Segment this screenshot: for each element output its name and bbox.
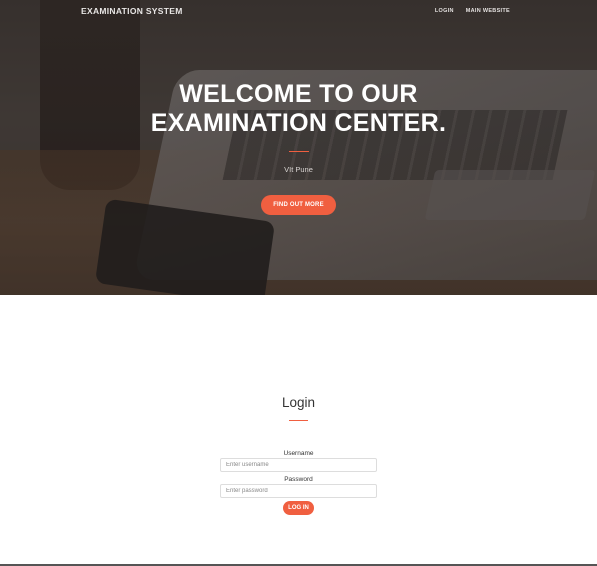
hero-heading: WELCOME TO OUR EXAMINATION CENTER. bbox=[0, 80, 597, 138]
hero-section: EXAMINATION SYSTEM LOGIN MAIN WEBSITE WE… bbox=[0, 0, 597, 295]
password-label: Password bbox=[284, 476, 313, 483]
top-navbar: EXAMINATION SYSTEM LOGIN MAIN WEBSITE bbox=[0, 0, 597, 24]
nav-links: LOGIN MAIN WEBSITE bbox=[435, 8, 510, 14]
hero-divider bbox=[289, 151, 309, 152]
login-divider bbox=[289, 420, 308, 421]
hero-subtitle: VIt Pune bbox=[284, 165, 313, 174]
nav-link-login[interactable]: LOGIN bbox=[435, 8, 454, 14]
log-in-button[interactable]: LOG IN bbox=[283, 501, 314, 515]
password-input[interactable] bbox=[220, 484, 377, 498]
hero-overlay bbox=[0, 0, 597, 295]
hero-heading-line2: EXAMINATION CENTER. bbox=[150, 109, 447, 137]
nav-link-main-website[interactable]: MAIN WEBSITE bbox=[466, 8, 510, 14]
username-label: Username bbox=[283, 450, 314, 457]
login-title: Login bbox=[281, 395, 316, 410]
username-input[interactable] bbox=[220, 458, 377, 472]
find-out-more-button[interactable]: FIND OUT MORE bbox=[261, 195, 336, 215]
hero-heading-line1: WELCOME TO OUR bbox=[179, 80, 418, 108]
brand-logo-text[interactable]: EXAMINATION SYSTEM bbox=[81, 6, 183, 16]
